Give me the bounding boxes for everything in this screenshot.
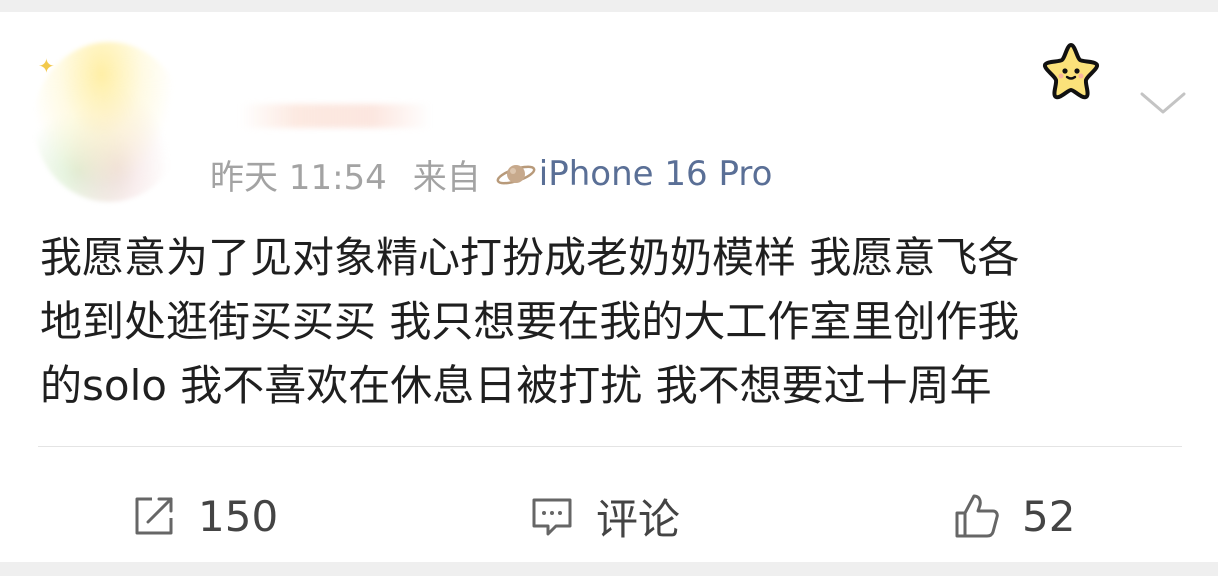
comment-label: 评论	[596, 494, 681, 544]
post-meta: 昨天 11:54 来自 iPhone 16 Pro	[210, 154, 773, 198]
post-text-line: 的solo 我不喜欢在休息日被打扰 我不想要过十周年	[40, 361, 992, 410]
post-text-line: 我愿意为了见对象精心打扮成老奶奶模样 我愿意飞各	[40, 233, 1020, 282]
avatar[interactable]	[34, 42, 184, 202]
like-button[interactable]: 52	[952, 486, 1075, 546]
sparkle-icon: ✦	[38, 54, 55, 78]
device-link[interactable]: iPhone 16 Pro	[539, 154, 773, 194]
repost-count: 150	[198, 491, 279, 541]
like-count: 52	[1022, 491, 1076, 541]
star-face-icon[interactable]	[1040, 40, 1102, 102]
post-text: 我愿意为了见对象精心打扮成老奶奶模样 我愿意飞各 地到处逛街买买买 我只想要在我…	[40, 226, 1190, 418]
repost-button[interactable]: 150	[130, 486, 278, 546]
post-card: ✦ 昨天 11:54 来自 iPhone 16 Pro 我愿意为了见对象精心打扮…	[0, 12, 1218, 562]
post-time: 昨天 11:54	[210, 157, 387, 198]
comment-button[interactable]: 评论	[528, 486, 680, 546]
comment-icon	[532, 498, 572, 536]
source-label: 来自	[412, 157, 481, 198]
planet-icon	[496, 165, 536, 185]
thumbs-up-icon	[955, 494, 999, 538]
username[interactable]	[240, 104, 430, 128]
chevron-down-icon[interactable]	[1138, 88, 1188, 118]
repost-icon	[135, 497, 173, 535]
post-text-line: 地到处逛街买买买 我只想要在我的大工作室里创作我	[40, 297, 1020, 346]
divider	[38, 446, 1182, 447]
action-bar: 150 评论 52	[0, 468, 1218, 568]
